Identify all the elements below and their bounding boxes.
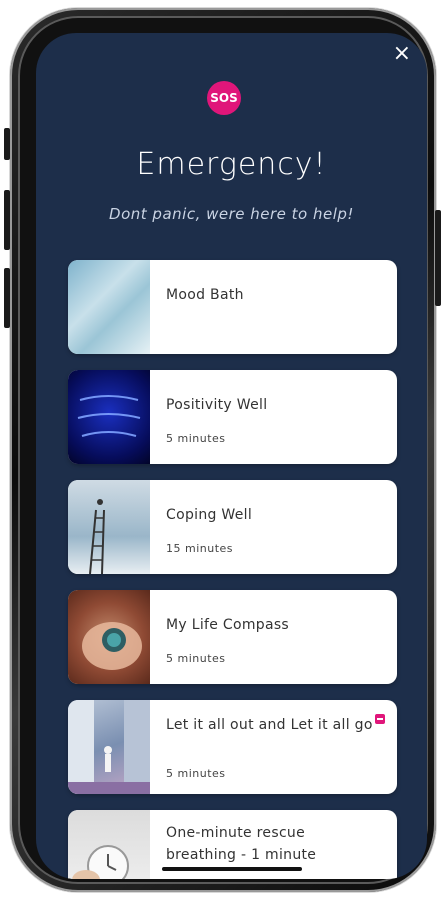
neon-lines <box>77 395 141 437</box>
close-icon[interactable]: × <box>393 43 411 65</box>
ladder-sky-image-icon <box>68 480 150 574</box>
card-title: My Life Compass <box>166 617 290 633</box>
bookmark-icon[interactable] <box>375 714 385 724</box>
card-mood-bath[interactable]: Mood Bath <box>68 260 397 354</box>
alarm-clock-image-icon <box>68 810 150 879</box>
neon-sign-image-icon <box>68 370 150 464</box>
card-duration: 5 minutes <box>166 432 226 445</box>
compass-hand-image-icon <box>68 590 150 684</box>
page-subtitle: Dont panic, were here to help! <box>109 205 354 223</box>
card-coping-well[interactable]: Coping Well 15 minutes <box>68 480 397 574</box>
side-button-power <box>435 210 441 306</box>
clock-shape <box>72 845 129 879</box>
card-positivity-well[interactable]: Positivity Well 5 minutes <box>68 370 397 464</box>
card-title: Mood Bath <box>166 287 244 303</box>
card-title: Coping Well <box>166 507 253 523</box>
card-title: Positivity Well <box>166 397 268 413</box>
card-title: One-minute rescue breathing - 1 minute <box>166 825 317 863</box>
page-title: Emergency! <box>136 147 327 182</box>
card-my-life-compass[interactable]: My Life Compass 5 minutes <box>68 590 397 684</box>
sos-badge: SOS <box>207 81 241 115</box>
compass-shape <box>82 622 142 670</box>
home-indicator[interactable] <box>162 867 302 871</box>
water-image-icon <box>68 260 150 354</box>
app-screen: × SOS Emergency! Dont panic, were here t… <box>36 33 427 879</box>
side-button-mute <box>4 128 10 160</box>
card-duration: 15 minutes <box>166 542 234 555</box>
card-duration: 5 minutes <box>166 767 226 780</box>
side-button-volume-up <box>4 190 10 250</box>
street-shape <box>68 700 150 794</box>
street-image-icon <box>68 700 150 794</box>
card-title: Let it all out and Let it all go <box>166 717 373 733</box>
ladder-shape <box>89 499 105 574</box>
card-let-it-all-out[interactable]: Let it all out and Let it all go 5 minut… <box>68 700 397 794</box>
side-button-volume-down <box>4 268 10 328</box>
card-duration: 5 minutes <box>166 652 226 665</box>
